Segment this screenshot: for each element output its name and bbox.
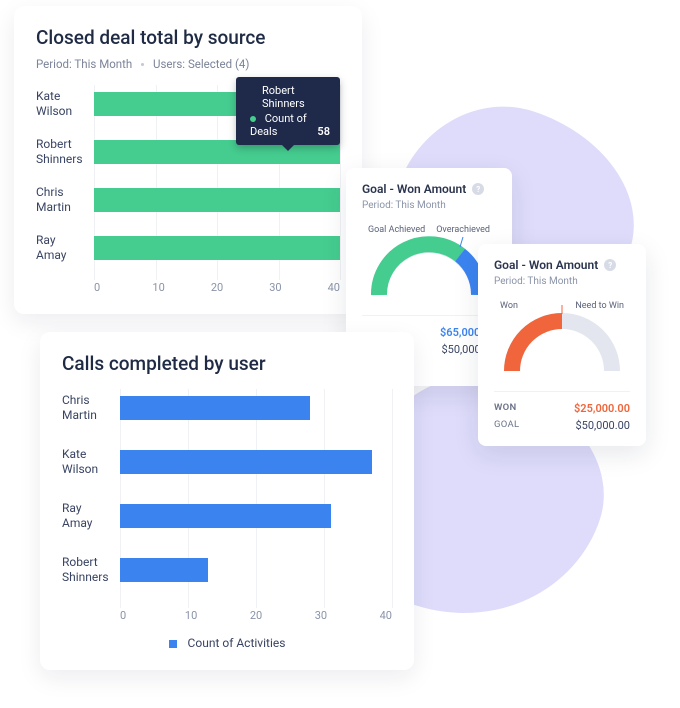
card-closed-deals: Closed deal total by source Period: This… [14, 6, 362, 314]
card-title: Calls completed by user [62, 352, 392, 375]
bar-label: RayAmay [62, 501, 120, 531]
axis-tick: 0 [120, 609, 185, 622]
legend-label: Count of Activities [188, 636, 286, 650]
gauge-chart: Won Need to Win [494, 305, 630, 381]
bar-chart-calls: ChrisMartin KateWilson RayAmay RobertShinne… [62, 393, 392, 622]
bar-label: KateWilson [36, 89, 94, 119]
kpi-goal: GOAL $50,000.00 [494, 417, 630, 434]
bar[interactable] [94, 188, 340, 212]
axis-tick: 10 [152, 281, 210, 294]
x-axis: 010203040 [94, 281, 340, 294]
bar-row: RayAmay [36, 233, 340, 263]
bar-row: KateWilson [62, 447, 392, 477]
kpi-list: WON $25,000.00 GOAL $50,000.00 [494, 391, 630, 434]
kpi-label: GOAL [494, 419, 519, 432]
bar-track [120, 450, 392, 474]
card-calls: Calls completed by user ChrisMartin KateW… [40, 332, 414, 670]
tooltip-dot-icon [250, 116, 256, 122]
tooltip: Robert Shinners Count of Deals 58 [236, 77, 340, 145]
card-title: Closed deal total by source [36, 26, 340, 49]
kpi-won: WON $25,000.00 [494, 400, 630, 417]
gauge-label-right: Need to Win [575, 301, 624, 311]
card-goal-2: Goal - Won Amount ? Period: This Month W… [478, 244, 646, 446]
bar-label: ChrisMartin [62, 393, 120, 423]
axis-tick: 30 [269, 281, 327, 294]
tooltip-metric: Count of Deals [250, 112, 307, 138]
bar-row: ChrisMartin [62, 393, 392, 423]
bar-row: ChrisMartin [36, 185, 340, 215]
bar-track [120, 504, 392, 528]
title-text: Goal - Won Amount [494, 258, 598, 272]
separator-dot [141, 63, 144, 66]
bar-row: RobertShinners [62, 555, 392, 585]
period-label: Period: This Month [36, 57, 132, 71]
legend-swatch-icon [169, 640, 177, 648]
gauge-label-left: Goal Achieved [368, 225, 425, 235]
axis-tick: 30 [315, 609, 380, 622]
tooltip-name: Robert Shinners [262, 84, 330, 110]
small-card-sub: Period: This Month [494, 276, 630, 287]
bar-label: KateWilson [62, 447, 120, 477]
bar-track [120, 558, 392, 582]
bar-chart-closed: KateWilson RobertShinners ChrisMartin RayAm… [36, 89, 340, 294]
info-icon[interactable]: ? [604, 259, 616, 271]
bar-row: RayAmay [62, 501, 392, 531]
info-icon[interactable]: ? [472, 183, 484, 195]
small-card-title: Goal - Won Amount ? [362, 182, 496, 196]
axis-tick: 40 [328, 281, 340, 294]
axis-tick: 40 [380, 609, 392, 622]
card-subtitle: Period: This Month Users: Selected (4) [36, 57, 340, 71]
axis-tick: 10 [185, 609, 250, 622]
kpi-label: WON [494, 402, 517, 415]
bar[interactable] [120, 396, 310, 420]
gauge-label-left: Won [500, 301, 518, 311]
bar[interactable] [94, 236, 340, 260]
gauge-svg [497, 305, 627, 379]
tooltip-value: 58 [317, 125, 330, 138]
x-axis: 010203040 [120, 609, 392, 622]
axis-tick: 0 [94, 281, 152, 294]
bar-label: RobertShinners [36, 137, 94, 167]
users-label: Users: Selected (4) [153, 57, 249, 71]
small-card-title: Goal - Won Amount ? [494, 258, 630, 272]
axis-tick: 20 [250, 609, 315, 622]
kpi-value: $50,000.00 [575, 419, 630, 432]
gauge-svg [364, 229, 494, 303]
bar[interactable] [120, 558, 208, 582]
bar[interactable] [120, 450, 372, 474]
bar-label: RobertShinners [62, 555, 120, 585]
bar-track [120, 396, 392, 420]
bar-track [94, 236, 340, 260]
small-card-sub: Period: This Month [362, 200, 496, 211]
gauge-chart: Goal Achieved Overachieved [362, 229, 496, 305]
axis-tick: 20 [211, 281, 269, 294]
bar-track [94, 188, 340, 212]
legend: Count of Activities [62, 636, 392, 650]
gauge-label-right: Overachieved [436, 225, 490, 235]
kpi-value: $25,000.00 [574, 402, 630, 415]
title-text: Goal - Won Amount [362, 182, 466, 196]
bar-label: RayAmay [36, 233, 94, 263]
bar[interactable] [120, 504, 331, 528]
bar-label: ChrisMartin [36, 185, 94, 215]
